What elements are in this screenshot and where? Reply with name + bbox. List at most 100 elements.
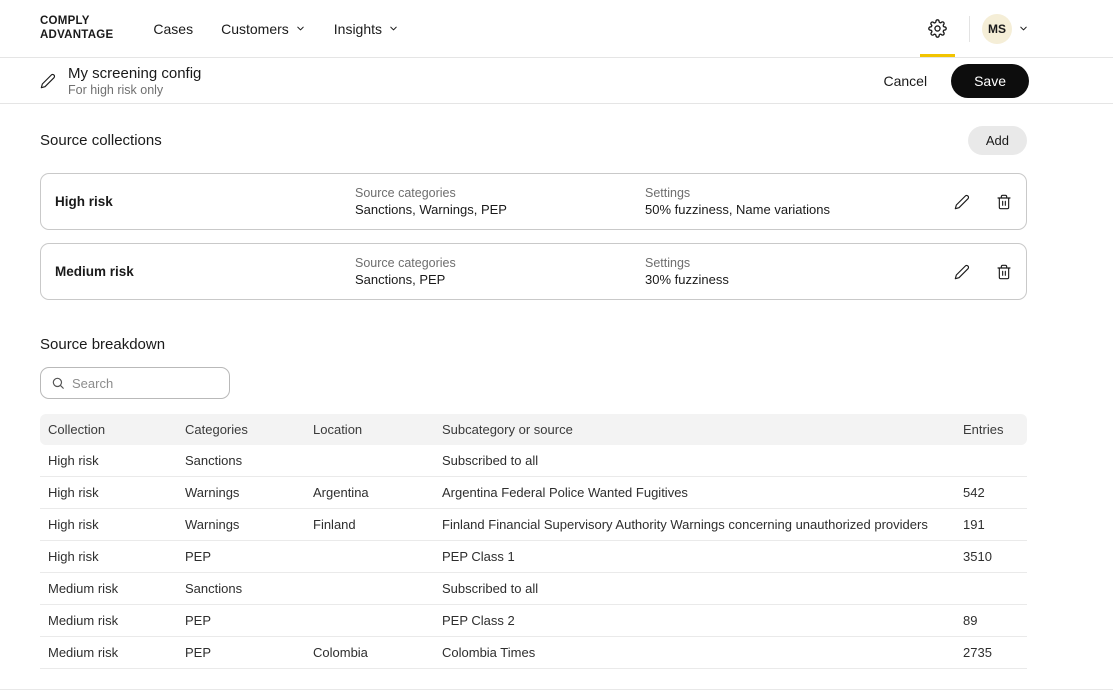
- table-row: High riskSanctions Subscribed to all: [40, 445, 1027, 477]
- nav-right: MS: [918, 0, 1029, 57]
- save-button[interactable]: Save: [951, 64, 1029, 98]
- table-cell: 2735: [955, 637, 1027, 669]
- table-cell: [305, 541, 434, 573]
- config-title-block: My screening config For high risk only: [40, 65, 201, 97]
- logo-line1: COMPLY: [40, 15, 113, 28]
- table-body: High riskSanctionsSubscribed to allHigh …: [40, 445, 1027, 669]
- collection-categories: Source categories Sanctions, Warnings, P…: [355, 186, 645, 217]
- table-cell: Medium risk: [40, 573, 177, 605]
- table-cell: Argentina: [305, 477, 434, 509]
- table-cell: 89: [955, 605, 1027, 637]
- header-actions: Cancel Save: [883, 64, 1029, 98]
- search-icon: [51, 376, 65, 390]
- table-cell: High risk: [40, 509, 177, 541]
- table-cell: Finland: [305, 509, 434, 541]
- pencil-icon: [954, 264, 970, 280]
- edit-collection-button[interactable]: [954, 264, 970, 280]
- collection-name: Medium risk: [55, 264, 355, 279]
- table-cell: High risk: [40, 445, 177, 477]
- bottom-divider: [0, 689, 1113, 690]
- table-cell: Subscribed to all: [434, 573, 955, 605]
- nav-item-insights[interactable]: Insights: [334, 21, 399, 37]
- table-cell: Medium risk: [40, 637, 177, 669]
- top-nav: COMPLY ADVANTAGE Cases Customers Insight…: [0, 0, 1113, 58]
- chevron-down-icon[interactable]: [1018, 23, 1029, 34]
- avatar[interactable]: MS: [982, 14, 1012, 44]
- search-box: [40, 367, 230, 399]
- table-cell: Finland Financial Supervisory Authority …: [434, 509, 955, 541]
- main-content: Source collections Add High risk Source …: [40, 126, 1027, 669]
- table-cell: [955, 445, 1027, 477]
- table-cell: [955, 573, 1027, 605]
- table-cell: PEP: [177, 541, 305, 573]
- collection-name: High risk: [55, 194, 355, 209]
- nav-divider: [969, 16, 970, 42]
- nav-item-cases[interactable]: Cases: [153, 21, 193, 37]
- settings-label: Settings: [645, 186, 916, 200]
- table-cell: 542: [955, 477, 1027, 509]
- delete-collection-button[interactable]: [996, 264, 1012, 280]
- pencil-icon: [954, 194, 970, 210]
- logo[interactable]: COMPLY ADVANTAGE: [40, 15, 113, 41]
- source-collections-title: Source collections: [40, 132, 162, 149]
- table-cell: High risk: [40, 541, 177, 573]
- table-row: Medium riskPEPColombiaColombia Times2735: [40, 637, 1027, 669]
- nav-item-label: Insights: [334, 21, 382, 37]
- logo-line2: ADVANTAGE: [40, 29, 113, 42]
- table-header-row: CollectionCategoriesLocationSubcategory …: [40, 414, 1027, 445]
- table-cell: Sanctions: [177, 573, 305, 605]
- collection-actions: [916, 194, 1012, 210]
- add-collection-button[interactable]: Add: [968, 126, 1027, 155]
- table-header-cell: Categories: [177, 414, 305, 445]
- table-cell: [305, 445, 434, 477]
- table-cell: [305, 605, 434, 637]
- delete-collection-button[interactable]: [996, 194, 1012, 210]
- table-cell: Argentina Federal Police Wanted Fugitive…: [434, 477, 955, 509]
- table-header-cell: Collection: [40, 414, 177, 445]
- nav-item-customers[interactable]: Customers: [221, 21, 306, 37]
- pencil-icon: [40, 73, 56, 89]
- table-cell: Sanctions: [177, 445, 305, 477]
- source-collections-header: Source collections Add: [40, 126, 1027, 155]
- categories-label: Source categories: [355, 186, 645, 200]
- table-cell: Subscribed to all: [434, 445, 955, 477]
- table-cell: Colombia Times: [434, 637, 955, 669]
- table-cell: Colombia: [305, 637, 434, 669]
- chevron-down-icon: [295, 23, 306, 34]
- primary-nav: Cases Customers Insights: [153, 21, 399, 37]
- categories-value: Sanctions, PEP: [355, 272, 645, 287]
- categories-value: Sanctions, Warnings, PEP: [355, 202, 645, 217]
- source-breakdown-title: Source breakdown: [40, 336, 1027, 353]
- source-breakdown-table: CollectionCategoriesLocationSubcategory …: [40, 414, 1027, 669]
- table-row: High riskWarningsArgentinaArgentina Fede…: [40, 477, 1027, 509]
- table-row: Medium riskPEPPEP Class 289: [40, 605, 1027, 637]
- page-subtitle: For high risk only: [68, 83, 201, 97]
- table-row: High riskWarningsFinlandFinland Financia…: [40, 509, 1027, 541]
- settings-value: 30% fuzziness: [645, 272, 916, 287]
- settings-label: Settings: [645, 256, 916, 270]
- edit-collection-button[interactable]: [954, 194, 970, 210]
- source-collection-card: Medium risk Source categories Sanctions,…: [40, 243, 1027, 300]
- table-cell: PEP Class 1: [434, 541, 955, 573]
- table-row: High riskPEP PEP Class 13510: [40, 541, 1027, 573]
- categories-label: Source categories: [355, 256, 645, 270]
- source-collection-card: High risk Source categories Sanctions, W…: [40, 173, 1027, 230]
- table-header-cell: Subcategory or source: [434, 414, 955, 445]
- table-cell: 3510: [955, 541, 1027, 573]
- chevron-down-icon: [388, 23, 399, 34]
- table-cell: PEP: [177, 637, 305, 669]
- gear-icon: [928, 19, 947, 38]
- page-title: My screening config: [68, 65, 201, 82]
- search-input[interactable]: [72, 376, 219, 391]
- table-cell: Medium risk: [40, 605, 177, 637]
- collection-settings: Settings 30% fuzziness: [645, 256, 916, 287]
- settings-button[interactable]: [918, 0, 957, 57]
- settings-value: 50% fuzziness, Name variations: [645, 202, 916, 217]
- collection-settings: Settings 50% fuzziness, Name variations: [645, 186, 916, 217]
- table-cell: PEP Class 2: [434, 605, 955, 637]
- table-cell: [305, 573, 434, 605]
- table-header-cell: Location: [305, 414, 434, 445]
- nav-item-label: Customers: [221, 21, 289, 37]
- cancel-button[interactable]: Cancel: [883, 73, 927, 89]
- trash-icon: [996, 264, 1012, 280]
